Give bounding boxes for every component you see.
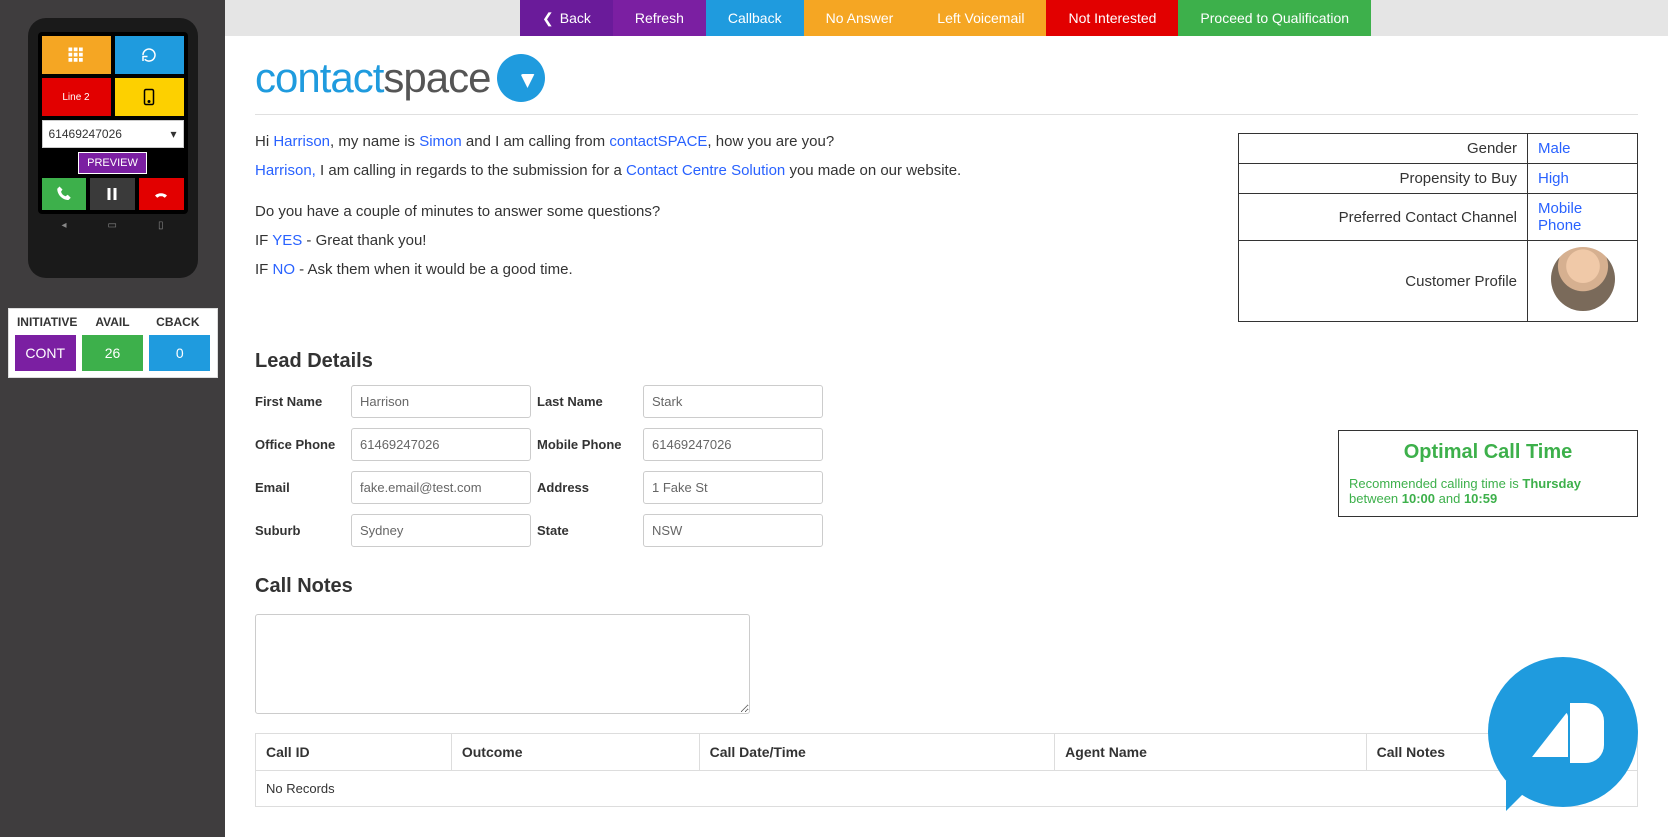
chevron-down-icon: ▾ — [170, 127, 176, 141]
call-script: Hi Harrison, my name is Simon and I am c… — [255, 133, 1218, 322]
first-name-label: First Name — [255, 394, 345, 409]
channel-value: Mobile Phone — [1528, 194, 1638, 241]
propensity-label: Propensity to Buy — [1239, 164, 1528, 194]
last-name-field[interactable] — [643, 385, 823, 418]
sidebar: Line 2 61469247026 ▾ PREVIEW — [0, 0, 225, 837]
col-callid: Call ID — [256, 734, 452, 771]
logo-icon — [497, 54, 545, 102]
back-label: Back — [560, 10, 591, 26]
state-field[interactable] — [643, 514, 823, 547]
first-name-field[interactable] — [351, 385, 531, 418]
col-agent: Agent Name — [1055, 734, 1366, 771]
avail-count[interactable]: 26 — [82, 335, 143, 371]
status-initiative-header: INITIATIVE — [15, 315, 80, 329]
suburb-field[interactable] — [351, 514, 531, 547]
initiative-button[interactable]: CONT — [15, 335, 76, 371]
office-phone-label: Office Phone — [255, 437, 345, 452]
chat-widget-icon[interactable] — [1488, 657, 1638, 807]
notinterested-button[interactable]: Not Interested — [1046, 0, 1178, 36]
pause-button[interactable] — [90, 178, 135, 210]
status-cback-header: CBACK — [145, 315, 210, 329]
proceed-button[interactable]: Proceed to Qualification — [1178, 0, 1371, 36]
avatar — [1551, 247, 1615, 311]
gender-value: Male — [1528, 134, 1638, 164]
email-label: Email — [255, 480, 345, 495]
channel-label: Preferred Contact Channel — [1239, 194, 1528, 241]
col-outcome: Outcome — [451, 734, 699, 771]
gender-label: Gender — [1239, 134, 1528, 164]
home-icon: ▭ — [108, 220, 117, 231]
suburb-label: Suburb — [255, 523, 345, 538]
dialpad-icon[interactable] — [42, 36, 111, 74]
top-toolbar: ❮ Back Refresh Callback No Answer Left Vo… — [225, 0, 1668, 36]
address-field[interactable] — [643, 471, 823, 504]
mobile-phone-field[interactable] — [643, 428, 823, 461]
optimal-title: Optimal Call Time — [1349, 441, 1627, 464]
callback-label: Callback — [728, 10, 782, 26]
phone-icon[interactable] — [115, 78, 184, 116]
last-name-label: Last Name — [537, 394, 637, 409]
mobile-phone-label: Mobile Phone — [537, 437, 637, 452]
chevron-left-icon: ❮ — [542, 10, 554, 27]
col-datetime: Call Date/Time — [699, 734, 1055, 771]
notinterested-label: Not Interested — [1068, 10, 1156, 26]
recent-icon: ▯ — [158, 220, 164, 231]
call-notes-title: Call Notes — [255, 575, 1638, 598]
preview-button[interactable]: PREVIEW — [78, 152, 147, 174]
cback-value: 0 — [176, 345, 184, 361]
customer-info-table: GenderMale Propensity to BuyHigh Preferr… — [1238, 133, 1638, 322]
noanswer-button[interactable]: No Answer — [804, 0, 916, 36]
email-field[interactable] — [351, 471, 531, 504]
proceed-label: Proceed to Qualification — [1200, 10, 1349, 26]
status-panel: INITIATIVE AVAIL CBACK CONT 26 0 — [8, 308, 218, 378]
refresh-icon[interactable] — [115, 36, 184, 74]
call-notes-textarea[interactable] — [255, 614, 750, 714]
no-records: No Records — [256, 771, 1638, 807]
status-avail-header: AVAIL — [80, 315, 145, 329]
phone-nav-icons: ◂ ▭ ▯ — [38, 214, 188, 231]
logo-contact: contact — [255, 54, 383, 101]
initiative-value: CONT — [25, 345, 65, 361]
lead-details-title: Lead Details — [255, 350, 1638, 373]
back-icon: ◂ — [62, 220, 67, 231]
line2-button[interactable]: Line 2 — [42, 78, 111, 116]
refresh-label: Refresh — [635, 10, 684, 26]
refresh-button[interactable]: Refresh — [613, 0, 706, 36]
phone-number-select[interactable]: 61469247026 ▾ — [42, 120, 184, 148]
line2-label: Line 2 — [62, 92, 89, 103]
propensity-value: High — [1528, 164, 1638, 194]
office-phone-field[interactable] — [351, 428, 531, 461]
back-button[interactable]: ❮ Back — [520, 0, 613, 36]
preview-label: PREVIEW — [87, 157, 138, 169]
noanswer-label: No Answer — [826, 10, 894, 26]
callback-button[interactable]: Callback — [706, 0, 804, 36]
main-area: ❮ Back Refresh Callback No Answer Left Vo… — [225, 0, 1668, 837]
avail-value: 26 — [105, 345, 121, 361]
phone-number-value: 61469247026 — [49, 127, 122, 141]
logo-space: space — [383, 54, 490, 101]
leftvm-label: Left Voicemail — [937, 10, 1024, 26]
cback-count[interactable]: 0 — [149, 335, 210, 371]
call-button[interactable] — [42, 178, 87, 210]
optimal-call-time-panel: Optimal Call Time Recommended calling ti… — [1338, 430, 1638, 517]
call-history-table: Call ID Outcome Call Date/Time Agent Nam… — [255, 733, 1638, 807]
softphone-panel: Line 2 61469247026 ▾ PREVIEW — [28, 18, 198, 278]
state-label: State — [537, 523, 637, 538]
hangup-button[interactable] — [139, 178, 184, 210]
leftvm-button[interactable]: Left Voicemail — [915, 0, 1046, 36]
logo: contactspace — [255, 46, 1638, 115]
address-label: Address — [537, 480, 637, 495]
profile-label: Customer Profile — [1239, 241, 1528, 322]
